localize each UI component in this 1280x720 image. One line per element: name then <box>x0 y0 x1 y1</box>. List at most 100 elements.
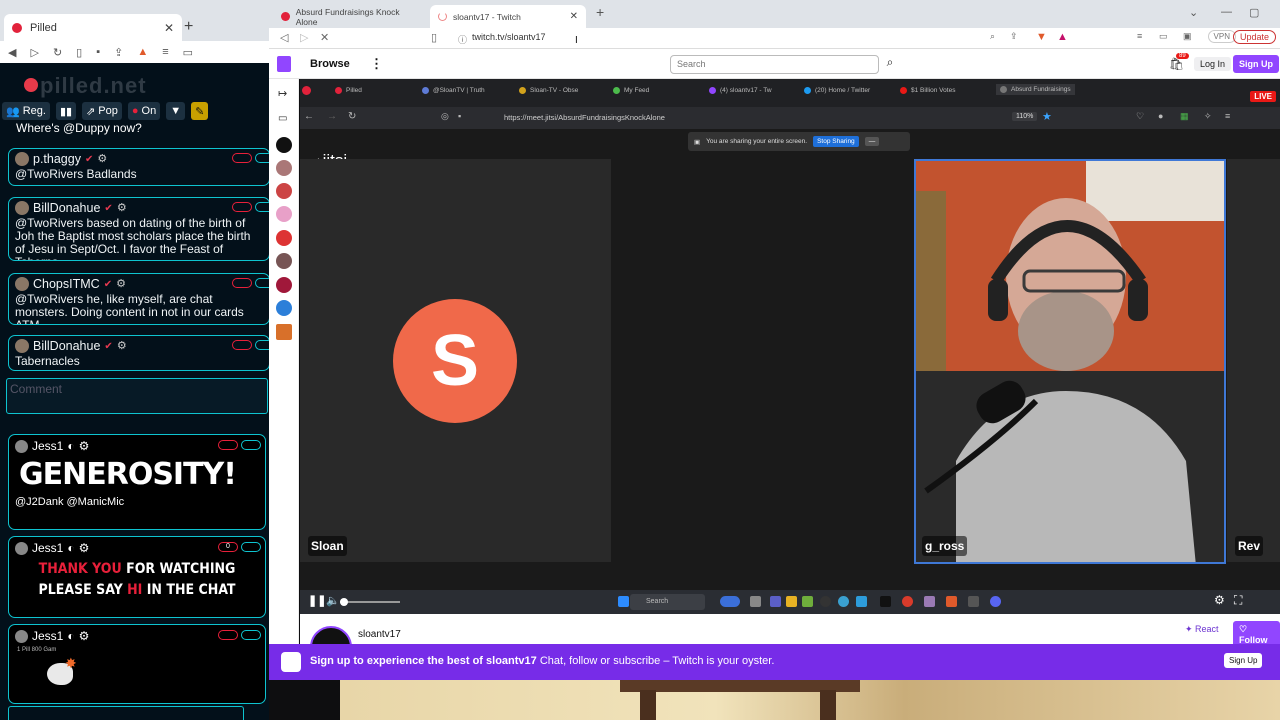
pill-cyan-icon[interactable] <box>255 153 269 163</box>
twitch-logo-icon[interactable] <box>277 56 291 72</box>
menu-lines-icon[interactable]: ≡ <box>1137 31 1142 41</box>
pill-red-icon[interactable] <box>218 630 238 640</box>
username[interactable]: Jess1 <box>32 439 63 453</box>
gear-icon[interactable]: ⚙ <box>79 541 90 555</box>
gear-icon[interactable]: ⚙ <box>97 153 107 166</box>
pill-red-icon[interactable] <box>232 278 252 288</box>
username[interactable]: Jess1 <box>32 629 63 643</box>
username[interactable]: ChopsITMC <box>33 277 100 291</box>
back-icon[interactable]: ◁ <box>280 31 288 44</box>
followed-channel-avatar[interactable] <box>276 277 292 293</box>
more-icon[interactable]: ⋮ <box>370 56 383 72</box>
pill-red-icon[interactable] <box>232 340 252 350</box>
share-icon[interactable]: ⇪ <box>114 46 123 59</box>
stop-loading-icon[interactable]: ✕ <box>320 31 329 44</box>
filter-button[interactable]: ▼ <box>166 102 186 120</box>
brave-shields-icon[interactable]: ▼ <box>1036 31 1047 43</box>
pill-cyan-icon[interactable] <box>255 340 269 350</box>
pop-button[interactable]: ⇗ Pop <box>82 102 122 120</box>
browser-tab-active[interactable]: sloantv17 - Twitch ✕ <box>430 5 586 28</box>
left-browser-tab[interactable]: Pilled ✕ <box>4 14 182 41</box>
react-button[interactable]: ✦ React <box>1185 624 1219 635</box>
new-tab-icon[interactable]: + <box>184 18 193 36</box>
new-tab-icon[interactable]: + <box>596 4 604 20</box>
pill-cyan-icon[interactable] <box>241 440 261 450</box>
gear-icon[interactable]: ⚙ <box>117 202 127 215</box>
video-player[interactable]: Pilled @SloanTV | Truth Sloan-TV - Obse … <box>300 79 1280 614</box>
say-hi-red: HI <box>127 582 143 598</box>
player-pause-icon[interactable]: ❚❚ <box>308 594 326 607</box>
update-button[interactable]: Update <box>1232 30 1276 44</box>
signup-button[interactable]: Sign Up <box>1233 55 1279 73</box>
search-icon[interactable]: ⌕ <box>880 55 900 74</box>
on-button[interactable]: ● On <box>127 102 161 120</box>
bookmark-icon[interactable]: ▯ <box>76 46 82 59</box>
username[interactable]: p.thaggy <box>33 152 81 166</box>
sidebar-icon[interactable]: ▭ <box>183 46 193 59</box>
followed-channel-avatar[interactable] <box>276 324 292 340</box>
followed-channel-avatar[interactable] <box>276 183 292 199</box>
gear-icon[interactable]: ⚙ <box>116 278 126 291</box>
username[interactable]: BillDonahue <box>33 201 100 215</box>
menu-icon[interactable]: ≡ <box>162 46 168 58</box>
pill-red-icon[interactable] <box>218 440 238 450</box>
minimize-icon[interactable]: — <box>1221 6 1232 18</box>
wallet-icon[interactable]: ▣ <box>1183 31 1192 42</box>
player-volume-icon[interactable]: 🔈 <box>326 594 340 607</box>
followed-channel-avatar[interactable] <box>276 300 292 316</box>
zoom-icon[interactable]: ⌕ <box>990 31 995 42</box>
pill-red-icon[interactable] <box>232 202 252 212</box>
pill-cyan-icon[interactable] <box>255 278 269 288</box>
comment-input[interactable]: Comment <box>6 378 268 414</box>
browser-tab[interactable]: Absurd Fundraisings Knock Alone <box>273 5 427 28</box>
browse-link[interactable]: Browse <box>310 58 350 70</box>
username[interactable]: BillDonahue <box>33 339 100 353</box>
brave-rewards-icon[interactable]: ▲ <box>1057 31 1068 43</box>
banner-signup-button[interactable]: Sign Up <box>1224 653 1263 668</box>
back-icon[interactable]: ◀ <box>8 46 16 59</box>
gear-icon[interactable]: ⚙ <box>117 340 127 353</box>
columns-button[interactable]: ▮▮ <box>55 102 77 120</box>
pill-cyan-icon[interactable] <box>255 202 269 212</box>
forward-icon[interactable]: ▷ <box>30 46 38 59</box>
sidebar-icon[interactable]: ▭ <box>1159 31 1168 42</box>
brave-icon[interactable]: ▲ <box>137 46 148 58</box>
maximize-icon[interactable]: ▢ <box>1249 6 1259 19</box>
followed-channel-avatar[interactable] <box>276 230 292 246</box>
channel-name[interactable]: sloantv17 <box>358 629 401 640</box>
gear-icon[interactable]: ⚙ <box>79 629 90 643</box>
player-settings-icon[interactable]: ⚙ <box>1214 593 1225 607</box>
pill-cyan-icon[interactable] <box>241 630 261 640</box>
reg-button[interactable]: 👥 Reg. <box>2 102 50 120</box>
notifications-icon[interactable]: 🛍 <box>1169 57 1184 71</box>
search-input[interactable]: Search <box>670 55 879 74</box>
pilled-favicon-icon <box>12 22 22 33</box>
followed-channel-avatar[interactable] <box>276 206 292 222</box>
followed-channel-avatar[interactable] <box>276 160 292 176</box>
url-field[interactable]: twitch.tv/sloantv17 <box>472 32 546 42</box>
pill-cyan-icon[interactable] <box>241 542 261 552</box>
close-tab-icon[interactable]: ✕ <box>164 21 174 35</box>
share-icon[interactable]: ⇪ <box>1010 31 1018 42</box>
followed-channel-avatar[interactable] <box>276 253 292 269</box>
login-button[interactable]: Log In <box>1194 57 1232 71</box>
video-icon[interactable]: ▭ <box>278 113 287 124</box>
player-fullscreen-icon[interactable]: ⛶ <box>1234 593 1242 608</box>
forward-icon[interactable]: ▷ <box>300 31 308 44</box>
username[interactable]: Jess1 <box>32 541 63 555</box>
chair-image <box>620 680 860 720</box>
gear-icon[interactable]: ⚙ <box>79 439 90 453</box>
followed-channel-avatar[interactable] <box>276 137 292 153</box>
stream-address-bar: ← → ↻ ◎ ▪ https://meet.jitsi/AbsurdFundr… <box>300 107 1280 129</box>
site-info-icon[interactable]: ⓘ <box>458 33 467 46</box>
player-volume-slider[interactable] <box>340 601 400 603</box>
pill-red-icon[interactable] <box>232 153 252 163</box>
pencil-button[interactable]: ✎ <box>191 102 209 120</box>
vpn-button[interactable]: VPN <box>1207 30 1236 43</box>
bookmark-icon[interactable]: ▯ <box>431 31 437 44</box>
expand-sidebar-icon[interactable]: ↦ <box>278 87 287 100</box>
close-tab-icon[interactable]: ✕ <box>570 11 578 22</box>
reload-icon[interactable]: ↻ <box>53 46 62 59</box>
tab-list-icon[interactable]: ⌄ <box>1189 6 1198 19</box>
player-volume-knob[interactable] <box>340 598 348 606</box>
